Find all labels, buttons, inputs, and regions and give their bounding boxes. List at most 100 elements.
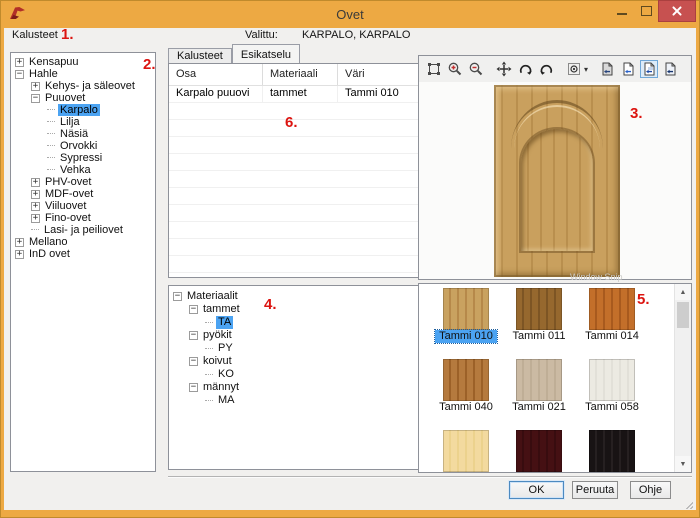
tree-item-label: Sypressi (58, 152, 104, 164)
maximize-button[interactable] (634, 0, 658, 22)
rotate-ccw-icon[interactable] (537, 60, 555, 78)
collapse-icon[interactable]: − (173, 292, 182, 301)
tree-item-label: Lasi- ja peiliovet (42, 224, 125, 236)
tree-item-lilja[interactable]: Lilja (11, 116, 155, 128)
tree-connector (47, 133, 55, 135)
column-header-osa[interactable]: Osa (169, 64, 263, 85)
center-view-icon[interactable] (565, 60, 583, 78)
tree-item-ma[interactable]: MA (169, 394, 424, 407)
expand-icon[interactable]: + (31, 178, 40, 187)
scroll-up-icon[interactable]: ▲ (675, 284, 691, 300)
zoom-in-icon[interactable] (446, 60, 464, 78)
table-row[interactable]: Karpalo puuovitammetTammi 010 (169, 86, 424, 103)
vertical-scrollbar[interactable]: ▲ ▼ (674, 284, 691, 472)
tree-item-label: TA (216, 316, 233, 329)
tree-item-tammet[interactable]: −tammet (169, 303, 424, 316)
collapse-icon[interactable]: − (15, 70, 24, 79)
swatch-item-tammi-058[interactable]: Tammi 058 (589, 359, 635, 414)
chevron-down-icon[interactable]: ▾ (584, 65, 588, 74)
tree-item-m-nnyt[interactable]: −männyt (169, 381, 424, 394)
tree-item-karpalo[interactable]: Karpalo (11, 104, 155, 116)
cancel-button[interactable]: Peruuta (572, 481, 618, 499)
tree-item-py-kit[interactable]: −pyökit (169, 329, 424, 342)
swatch-item-tammi-040[interactable]: Tammi 040 (443, 359, 489, 414)
tree-item-sypressi[interactable]: Sypressi (11, 152, 155, 164)
expand-icon[interactable]: + (31, 190, 40, 199)
tree-item-label: Kehys- ja säleovet (43, 80, 137, 92)
tree-item-viiluovet[interactable]: +Viiluovet (11, 200, 155, 212)
tree-item-n-si[interactable]: Näsiä (11, 128, 155, 140)
swatch-color[interactable] (516, 359, 562, 401)
swatch-color[interactable] (589, 359, 635, 401)
minimize-icon (617, 13, 627, 15)
swatch-color[interactable] (516, 288, 562, 330)
expand-icon[interactable]: + (31, 82, 40, 91)
tree-item-vehka[interactable]: Vehka (11, 164, 155, 176)
tree-item-kensapuu[interactable]: +Kensapuu (11, 56, 155, 68)
swatch-color[interactable] (516, 430, 562, 472)
preview-panel: ▾ (418, 55, 692, 280)
swatch-color[interactable] (589, 430, 635, 472)
expand-icon[interactable]: + (31, 202, 40, 211)
tree-item-ind-ovet[interactable]: +InD ovet (11, 248, 155, 260)
swatch-item-tammi-010[interactable]: Tammi 010 (443, 288, 489, 343)
swatch-item[interactable] (443, 430, 489, 473)
swatch-item-tammi-021[interactable]: Tammi 021 (516, 359, 562, 414)
collapse-icon[interactable]: − (189, 357, 198, 366)
swatch-color[interactable] (443, 359, 489, 401)
scrollbar-thumb[interactable] (677, 302, 689, 328)
tab-kalusteet[interactable]: Kalusteet (168, 48, 232, 64)
collapse-icon[interactable]: − (189, 383, 198, 392)
ok-button[interactable]: OK (509, 481, 564, 499)
column-header-v-ri[interactable]: Väri (338, 64, 424, 85)
tree-item-hahle[interactable]: −Hahle (11, 68, 155, 80)
tab-esikatselu[interactable]: Esikatselu (232, 44, 300, 64)
swatch-color[interactable] (589, 288, 635, 330)
scroll-down-icon[interactable]: ▼ (675, 456, 691, 472)
tree-item-koivut[interactable]: −koivut (169, 355, 424, 368)
tree-item-lasi-ja-peiliovet[interactable]: Lasi- ja peiliovet (11, 224, 155, 236)
close-button[interactable] (658, 0, 696, 22)
tree-item-materiaalit[interactable]: −Materiaalit (169, 290, 424, 303)
pan-icon[interactable] (495, 60, 513, 78)
tree-item-orvokki[interactable]: Orvokki (11, 140, 155, 152)
swatch-item-tammi-011[interactable]: Tammi 011 (516, 288, 562, 343)
tree-item-ta[interactable]: TA (169, 316, 424, 329)
shade-mode-3-icon[interactable] (640, 60, 658, 78)
collapse-icon[interactable]: − (189, 305, 198, 314)
collapse-icon[interactable]: − (189, 331, 198, 340)
expand-icon[interactable]: + (31, 214, 40, 223)
expand-icon[interactable]: + (15, 58, 24, 67)
collapse-icon[interactable]: − (31, 94, 40, 103)
tree-connector (47, 169, 55, 171)
rotate-cw-icon[interactable] (516, 60, 534, 78)
swatch-item[interactable] (589, 430, 635, 473)
swatch-item-tammi-014[interactable]: Tammi 014 (589, 288, 635, 343)
door-preview-image[interactable] (494, 85, 620, 277)
swatch-color[interactable] (443, 288, 489, 330)
zoom-out-icon[interactable] (467, 60, 485, 78)
fit-view-icon[interactable] (425, 60, 443, 78)
shade-mode-2-icon[interactable] (619, 60, 637, 78)
tree-item-fino-ovet[interactable]: +Fino-ovet (11, 212, 155, 224)
swatch-color[interactable] (443, 430, 489, 472)
tree-item-mellano[interactable]: +Mellano (11, 236, 155, 248)
annotation-4: 4. (264, 296, 277, 313)
shade-mode-4-icon[interactable] (661, 60, 679, 78)
title-bar[interactable]: Ovet (0, 0, 700, 28)
tree-item-puuovet[interactable]: −Puuovet (11, 92, 155, 104)
tree-item-kehys-ja-s-leovet[interactable]: +Kehys- ja säleovet (11, 80, 155, 92)
swatch-item[interactable] (516, 430, 562, 473)
tree-item-label: KO (216, 368, 236, 381)
tree-item-mdf-ovet[interactable]: +MDF-ovet (11, 188, 155, 200)
minimize-button[interactable] (610, 0, 634, 22)
tree-item-py[interactable]: PY (169, 342, 424, 355)
expand-icon[interactable]: + (15, 250, 24, 259)
help-button[interactable]: Ohje (630, 481, 671, 499)
column-header-materiaali[interactable]: Materiaali (263, 64, 338, 85)
tree-item-ko[interactable]: KO (169, 368, 424, 381)
parts-table: OsaMateriaaliVäri Karpalo puuovitammetTa… (168, 63, 425, 278)
tree-item-phv-ovet[interactable]: +PHV-ovet (11, 176, 155, 188)
expand-icon[interactable]: + (15, 238, 24, 247)
shade-mode-1-icon[interactable] (598, 60, 616, 78)
